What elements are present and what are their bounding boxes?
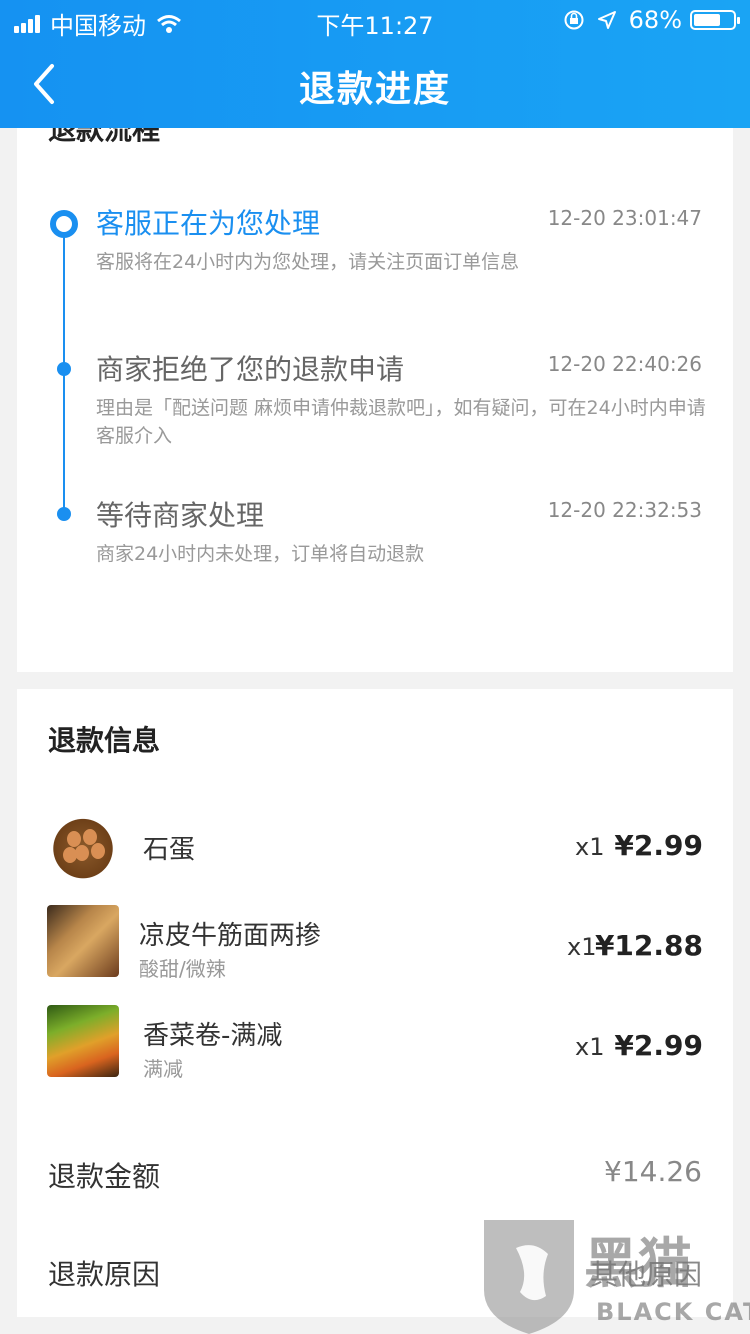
refund-amount-label: 退款金额: [48, 1160, 161, 1193]
item-spec: 满减: [143, 1057, 183, 1081]
step-title: 商家拒绝了您的退款申请: [96, 353, 405, 386]
item-price: ¥2.99: [614, 1029, 703, 1062]
step-time: 12-20 23:01:47: [547, 206, 702, 230]
location-icon: [597, 11, 616, 29]
step-desc: 理由是「配送问题 麻烦申请仲裁退款吧」，如有疑问，可在24小时内申请客服介入: [96, 397, 706, 447]
navigation-bar: 退款进度: [0, 40, 750, 128]
black-cat-watermark-logo: 黑猫 BLACK CAT: [484, 1220, 750, 1334]
step-title-current: 客服正在为您处理: [96, 207, 321, 240]
item-spec: 酸甜/微辣: [139, 957, 226, 981]
step-desc: 商家24小时内未处理，订单将自动退款: [96, 543, 425, 565]
status-bar: 中国移动 下午11:27 68%: [0, 0, 750, 40]
item-image-noodle: [47, 905, 119, 977]
svg-text:黑猫: 黑猫: [584, 1232, 692, 1295]
item-qty: x1: [575, 833, 605, 861]
item-name: 凉皮牛筋面两掺: [139, 921, 322, 951]
refund-reason-label: 退款原因: [48, 1258, 161, 1291]
step-time: 12-20 22:40:26: [547, 352, 702, 376]
item-price: ¥2.99: [614, 829, 703, 862]
step-title: 等待商家处理: [96, 499, 265, 532]
battery-icon: [690, 10, 740, 30]
item-name: 石蛋: [143, 835, 196, 865]
item-image-egg: [47, 809, 119, 881]
step-desc: 客服将在24小时内为您处理，请关注页面订单信息: [96, 251, 520, 273]
step-time: 12-20 22:32:53: [547, 498, 702, 522]
timeline-dot: [57, 362, 71, 376]
battery-percent: 68%: [628, 6, 682, 34]
timeline-dot-current: [50, 210, 78, 238]
item-price: ¥12.88: [594, 929, 703, 962]
page-title: 退款进度: [298, 69, 451, 110]
item-qty: x1: [575, 1033, 605, 1061]
item-qty: x1: [567, 933, 597, 961]
header-bar: 中国移动 下午11:27 68% 退款进度: [0, 0, 750, 128]
svg-text:BLACK CAT: BLACK CAT: [596, 1298, 750, 1326]
refund-progress-card: 退款流程 客服正在为您处理 12-20 23:01:47 客服将在24小时内为您…: [17, 100, 733, 672]
info-section-title: 退款信息: [48, 724, 161, 757]
rotation-lock-icon: [564, 10, 584, 30]
refund-amount-value: ¥14.26: [604, 1155, 702, 1188]
item-name: 香菜卷-满减: [143, 1021, 283, 1051]
timeline-dot: [57, 507, 71, 521]
item-image-roll: [47, 1005, 119, 1077]
